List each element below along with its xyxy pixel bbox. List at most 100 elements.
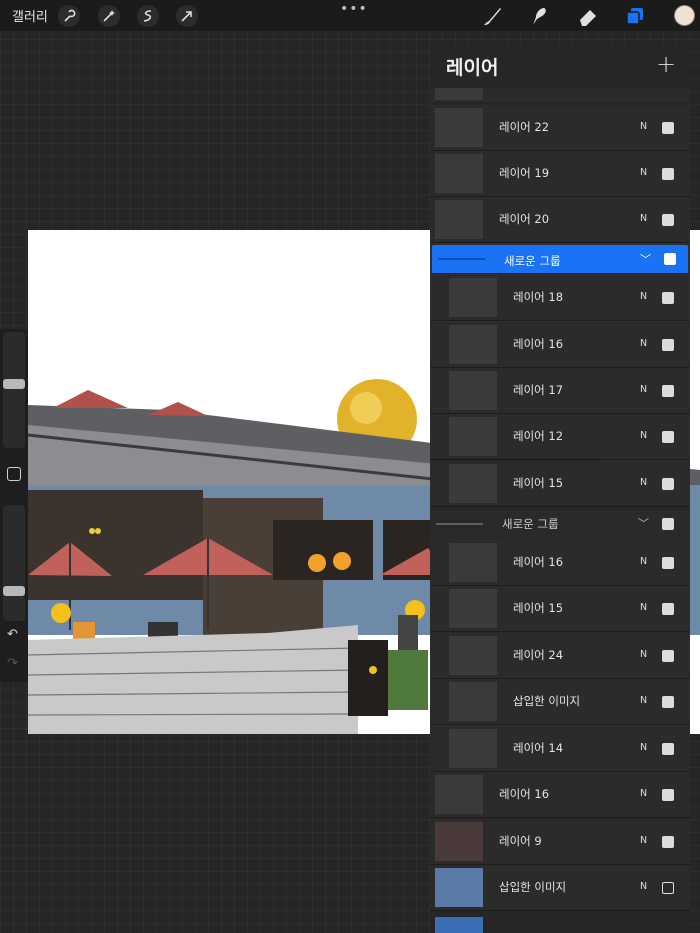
visibility-checkbox[interactable] — [662, 882, 674, 894]
blend-mode-button[interactable]: N — [640, 291, 647, 302]
add-layer-button[interactable]: + — [656, 50, 676, 78]
redo-icon[interactable]: ↷ — [7, 656, 18, 671]
blend-mode-button[interactable]: N — [640, 835, 647, 846]
layer-row[interactable]: 레이어 24 N — [430, 633, 690, 679]
opacity-slider[interactable] — [3, 505, 25, 621]
layer-name: 레이어 22 — [499, 120, 550, 134]
layer-thumbnail — [435, 775, 483, 814]
visibility-checkbox[interactable] — [662, 696, 674, 708]
transform-arrow-icon[interactable] — [176, 5, 198, 27]
visibility-checkbox[interactable] — [662, 168, 674, 180]
layer-row[interactable]: 레이어 16 N — [430, 540, 690, 586]
layer-name: 레이어 16 — [499, 787, 550, 801]
brush-icon[interactable] — [480, 4, 504, 28]
chevron-down-icon[interactable]: ﹀ — [638, 515, 649, 531]
layer-thumbnail — [449, 325, 497, 364]
layer-row[interactable]: 레이어 16 N — [430, 772, 690, 818]
blend-mode-button[interactable]: N — [640, 556, 647, 567]
visibility-checkbox[interactable] — [662, 603, 674, 615]
blend-mode-button[interactable]: N — [640, 881, 647, 892]
color-swatch[interactable] — [674, 5, 695, 26]
visibility-checkbox[interactable] — [662, 789, 674, 801]
layer-row[interactable]: 삽입한 이미지 N — [430, 679, 690, 725]
visibility-checkbox[interactable] — [662, 385, 674, 397]
visibility-checkbox[interactable] — [662, 518, 674, 530]
layer-thumbnail — [449, 729, 497, 768]
layer-group-row-active[interactable]: 새로운 그룹 ﹀ — [432, 245, 688, 274]
blend-mode-button[interactable]: N — [640, 338, 647, 349]
layer-row[interactable]: 레이어 15 N — [430, 461, 690, 507]
layer-name: 삽입한 이미지 — [499, 880, 567, 894]
visibility-checkbox[interactable] — [662, 122, 674, 134]
layer-row[interactable]: 레이어 14 N — [430, 726, 690, 772]
layer-name: 레이어 15 — [513, 476, 564, 490]
blend-mode-button[interactable]: N — [640, 477, 647, 488]
layer-name: 레이어 17 — [513, 383, 564, 397]
layer-thumbnail — [449, 682, 497, 721]
layer-thumbnail — [449, 278, 497, 317]
layer-row[interactable]: 레이어 19 N — [430, 151, 690, 197]
layers-icon[interactable] — [623, 4, 647, 28]
visibility-checkbox[interactable] — [662, 557, 674, 569]
layer-thumbnail — [435, 108, 483, 147]
layer-row[interactable]: 레이어 9 N — [430, 819, 690, 865]
layer-row[interactable]: 레이어 20 N — [430, 197, 690, 243]
gallery-button[interactable]: 갤러리 — [12, 6, 48, 25]
visibility-checkbox[interactable] — [662, 743, 674, 755]
layer-thumbnail — [435, 200, 483, 239]
brush-size-thumb[interactable] — [3, 379, 25, 389]
blend-mode-button[interactable]: N — [640, 121, 647, 132]
layer-row[interactable]: 레이어 16 N — [430, 322, 690, 368]
layer-row[interactable]: 레이어 12 N — [430, 414, 690, 460]
opacity-thumb[interactable] — [3, 586, 25, 596]
visibility-checkbox[interactable] — [662, 214, 674, 226]
modify-button[interactable] — [7, 467, 21, 481]
blend-mode-button[interactable]: N — [640, 649, 647, 660]
group-line — [438, 258, 485, 260]
blend-mode-button[interactable]: N — [640, 602, 647, 613]
layer-thumbnail — [435, 868, 483, 907]
group-name: 새로운 그룹 — [502, 517, 559, 531]
layer-group-row[interactable]: 새로운 그룹 ﹀ — [430, 507, 690, 541]
layer-row[interactable]: 레이어 22 N — [430, 105, 690, 151]
layer-thumbnail — [449, 543, 497, 582]
eraser-icon[interactable] — [576, 4, 600, 28]
visibility-checkbox[interactable] — [662, 836, 674, 848]
chevron-down-icon[interactable]: ﹀ — [640, 251, 651, 267]
layer-row[interactable]: 레이어 18 N — [430, 275, 690, 321]
visibility-checkbox[interactable] — [662, 650, 674, 662]
layer-row-partial[interactable] — [430, 88, 690, 102]
visibility-checkbox[interactable] — [662, 431, 674, 443]
blend-mode-button[interactable]: N — [640, 213, 647, 224]
layer-thumbnail — [449, 371, 497, 410]
visibility-checkbox[interactable] — [662, 339, 674, 351]
group-name: 새로운 그룹 — [504, 254, 561, 268]
wrench-icon[interactable] — [58, 5, 80, 27]
menu-dots[interactable]: ••• — [340, 1, 368, 17]
blend-mode-button[interactable]: N — [640, 430, 647, 441]
layer-row[interactable]: 레이어 17 N — [430, 368, 690, 414]
magic-wand-icon[interactable] — [98, 5, 120, 27]
layer-row[interactable]: 레이어 15 N — [430, 586, 690, 632]
layers-panel: 레이어 + 레이어 22 N 레이어 19 N 레이어 20 N 새로운 그룹 … — [430, 44, 690, 933]
group-line — [436, 523, 483, 525]
blend-mode-button[interactable]: N — [640, 695, 647, 706]
visibility-checkbox[interactable] — [662, 292, 674, 304]
undo-icon[interactable]: ↶ — [7, 627, 18, 642]
layer-row[interactable]: 삽입한 이미지 N — [430, 865, 690, 911]
visibility-checkbox[interactable] — [662, 478, 674, 490]
visibility-checkbox[interactable] — [664, 253, 676, 265]
blend-mode-button[interactable]: N — [640, 167, 647, 178]
layer-name: 레이어 20 — [499, 212, 550, 226]
blend-mode-button[interactable]: N — [640, 788, 647, 799]
layer-thumbnail — [435, 154, 483, 193]
layers-title: 레이어 — [446, 57, 499, 79]
smudge-icon[interactable] — [527, 4, 551, 28]
brush-size-slider[interactable] — [3, 332, 25, 448]
selection-icon[interactable] — [137, 5, 159, 27]
top-toolbar: 갤러리 ••• — [0, 0, 700, 31]
blend-mode-button[interactable]: N — [640, 742, 647, 753]
blend-mode-button[interactable]: N — [640, 384, 647, 395]
layer-thumbnail — [435, 822, 483, 861]
layer-name: 레이어 16 — [513, 337, 564, 351]
